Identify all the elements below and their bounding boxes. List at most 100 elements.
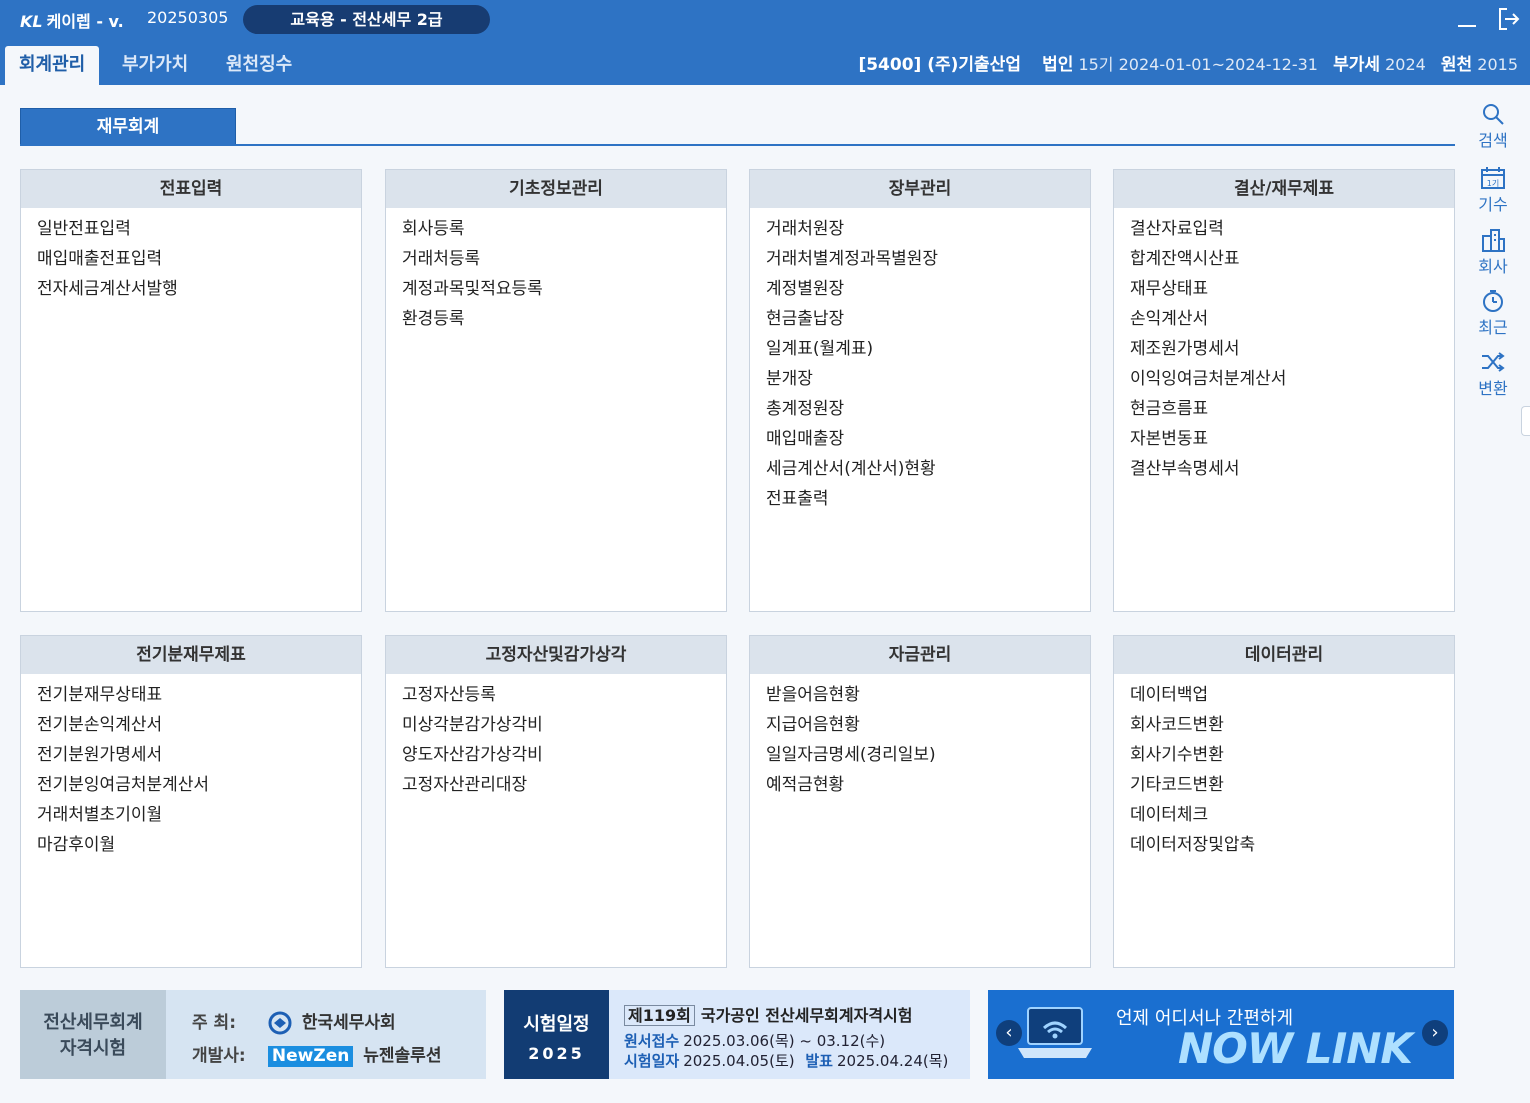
menu-panel: 기초정보관리 회사등록 거래처등록 계정과목및적요등록 환경등록 bbox=[385, 169, 727, 612]
menu-item[interactable]: 총계정원장 bbox=[766, 394, 1074, 424]
menu-item[interactable]: 매입매출장 bbox=[766, 424, 1074, 454]
banner-prev-icon[interactable]: ‹ bbox=[996, 1020, 1022, 1046]
menu-item[interactable]: 재무상태표 bbox=[1130, 274, 1438, 304]
menu-item[interactable]: 마감후이월 bbox=[37, 830, 345, 860]
menu-item[interactable]: 데이터저장및압축 bbox=[1130, 830, 1438, 860]
menu-item[interactable]: 결산부속명세서 bbox=[1130, 454, 1438, 484]
menu-item[interactable]: 분개장 bbox=[766, 364, 1074, 394]
menu-item[interactable]: 데이터백업 bbox=[1130, 680, 1438, 710]
calendar-icon: 1기 bbox=[1481, 167, 1505, 189]
menu-item[interactable]: 거래처등록 bbox=[402, 244, 710, 274]
menu-item[interactable]: 거래처별초기이월 bbox=[37, 800, 345, 830]
panel-title: 전표입력 bbox=[21, 170, 361, 208]
exam-title-line1: 전산세무회계 bbox=[43, 1012, 143, 1033]
laptop-wifi-icon bbox=[1018, 1007, 1092, 1058]
menu-item[interactable]: 회사기수변환 bbox=[1130, 740, 1438, 770]
sidebar-period[interactable]: 1기 기수 bbox=[1468, 166, 1518, 215]
menu-panel: 자금관리 받을어음현황 지급어음현황 일일자금명세(경리일보) 예적금현황 bbox=[749, 635, 1091, 968]
menu-item[interactable]: 이익잉여금처분계산서 bbox=[1130, 364, 1438, 394]
menu-item[interactable]: 계정과목및적요등록 bbox=[402, 274, 710, 304]
menu-item[interactable]: 전기분재무상태표 bbox=[37, 680, 345, 710]
nowlink-banner[interactable]: 언제 어디서나 간편하게 NOW LINK ‹ › bbox=[988, 990, 1454, 1079]
exit-icon[interactable] bbox=[1496, 6, 1522, 32]
menu-item[interactable]: 일일자금명세(경리일보) bbox=[766, 740, 1074, 770]
sidebar-recent[interactable]: 최근 bbox=[1468, 289, 1518, 338]
panel-item-list: 결산자료입력 합계잔액시산표 재무상태표 손익계산서 제조원가명세서 이익잉여금처분계산서… bbox=[1114, 208, 1454, 490]
schedule-year: 2025 bbox=[528, 1044, 585, 1063]
menu-item[interactable]: 거래처원장 bbox=[766, 214, 1074, 244]
exam-date-label: 시험일자 bbox=[624, 1052, 680, 1070]
edition-badge: 교육용 - 전산세무 2급 bbox=[243, 5, 490, 34]
app-logo: KL 케이렙 - v. bbox=[20, 8, 124, 32]
sidebar-company[interactable]: 회사 bbox=[1468, 228, 1518, 277]
menu-panel: 고정자산및감가상각 고정자산등록 미상각분감가상각비 양도자산감가상각비 고정자산관리대… bbox=[385, 635, 727, 968]
exam-info-banner[interactable]: 전산세무회계 자격시험 주 최: 한국세무사회 개발사: NewZen 뉴젠솔루… bbox=[20, 990, 486, 1079]
menu-item[interactable]: 받을어음현황 bbox=[766, 680, 1074, 710]
sidebar-label: 검색 bbox=[1478, 131, 1508, 150]
panel-item-list: 전기분재무상태표 전기분손익계산서 전기분원가명세서 전기분잉여금처분계산서 거래처별초… bbox=[21, 674, 361, 866]
panel-item-list: 고정자산등록 미상각분감가상각비 양도자산감가상각비 고정자산관리대장 bbox=[386, 674, 726, 806]
minimize-icon[interactable] bbox=[1456, 6, 1478, 30]
menu-item[interactable]: 전기분잉여금처분계산서 bbox=[37, 770, 345, 800]
panel-title: 장부관리 bbox=[750, 170, 1090, 208]
fiscal-period: 15기 2024-01-01~2024-12-31 bbox=[1078, 55, 1318, 74]
host-row: 주 최: 한국세무사회 bbox=[192, 1008, 396, 1035]
clock-icon bbox=[1483, 290, 1503, 312]
menu-item[interactable]: 손익계산서 bbox=[1130, 304, 1438, 334]
company-info[interactable]: [5400] (주)기출산업 법인 15기 2024-01-01~2024-12… bbox=[858, 50, 1518, 75]
menu-item[interactable]: 일반전표입력 bbox=[37, 214, 345, 244]
menu-item[interactable]: 일계표(월계표) bbox=[766, 334, 1074, 364]
sidebar-convert[interactable]: 변환 bbox=[1468, 350, 1518, 399]
menu-item[interactable]: 현금흐름표 bbox=[1130, 394, 1438, 424]
menu-item[interactable]: 전자세금계산서발행 bbox=[37, 274, 345, 304]
menu-item[interactable]: 계정별원장 bbox=[766, 274, 1074, 304]
app-header: KL 케이렙 - v. 20250305 교육용 - 전산세무 2급 회계관리 부… bbox=[0, 0, 1530, 85]
menu-item[interactable]: 양도자산감가상각비 bbox=[402, 740, 710, 770]
tab-vat[interactable]: 부가가치 bbox=[108, 46, 202, 85]
menu-item[interactable]: 회사등록 bbox=[402, 214, 710, 244]
menu-item[interactable]: 예적금현황 bbox=[766, 770, 1074, 800]
sidebar-search[interactable]: 검색 bbox=[1468, 102, 1518, 151]
menu-item[interactable]: 매입매출전표입력 bbox=[37, 244, 345, 274]
menu-item[interactable]: 제조원가명세서 bbox=[1130, 334, 1438, 364]
banner-next-icon[interactable]: › bbox=[1422, 1020, 1448, 1046]
menu-item[interactable]: 결산자료입력 bbox=[1130, 214, 1438, 244]
apply-dates: 2025.03.06(목) ~ 03.12(수) bbox=[683, 1032, 886, 1050]
menu-item[interactable]: 세금계산서(계산서)현황 bbox=[766, 454, 1074, 484]
menu-item[interactable]: 전기분원가명세서 bbox=[37, 740, 345, 770]
menu-item[interactable]: 환경등록 bbox=[402, 304, 710, 334]
section-tab-financial[interactable]: 재무회계 bbox=[20, 108, 236, 145]
company-name: [5400] (주)기출산업 bbox=[858, 55, 1021, 75]
apply-label: 원서접수 bbox=[624, 1032, 680, 1050]
menu-item[interactable]: 고정자산관리대장 bbox=[402, 770, 710, 800]
menu-item[interactable]: 지급어음현황 bbox=[766, 710, 1074, 740]
menu-item[interactable]: 고정자산등록 bbox=[402, 680, 710, 710]
menu-item[interactable]: 회사코드변환 bbox=[1130, 710, 1438, 740]
menu-item[interactable]: 현금출납장 bbox=[766, 304, 1074, 334]
host-name: 한국세무사회 bbox=[301, 1013, 396, 1033]
menu-item[interactable]: 합계잔액시산표 bbox=[1130, 244, 1438, 274]
exam-schedule-banner[interactable]: 시험일정 2025 제119회 국가공인 전산세무회계자격시험 원서접수 2025.… bbox=[504, 990, 970, 1079]
company-type: 법인 bbox=[1042, 55, 1074, 75]
sidebar-collapse-handle[interactable] bbox=[1521, 406, 1530, 436]
sidebar-label: 회사 bbox=[1478, 257, 1508, 276]
menu-item[interactable]: 전기분손익계산서 bbox=[37, 710, 345, 740]
schedule-label: 시험일정 bbox=[523, 1014, 590, 1035]
title-row: KL 케이렙 - v. 20250305 교육용 - 전산세무 2급 bbox=[0, 0, 1530, 38]
tab-withholding[interactable]: 원천징수 bbox=[212, 46, 306, 85]
version-number: 20250305 bbox=[147, 8, 229, 27]
main-menu: 회계관리 부가가치 원천징수 [5400] (주)기출산업 법인 15기 202… bbox=[0, 42, 1530, 85]
panel-title: 데이터관리 bbox=[1114, 636, 1454, 674]
menu-item[interactable]: 미상각분감가상각비 bbox=[402, 710, 710, 740]
search-icon bbox=[1483, 104, 1504, 125]
menu-item[interactable]: 거래처별계정과목별원장 bbox=[766, 244, 1074, 274]
newzen-badge: NewZen bbox=[267, 1046, 354, 1067]
menu-item[interactable]: 자본변동표 bbox=[1130, 424, 1438, 454]
menu-item[interactable]: 기타코드변환 bbox=[1130, 770, 1438, 800]
menu-item[interactable]: 데이터체크 bbox=[1130, 800, 1438, 830]
tab-accounting[interactable]: 회계관리 bbox=[5, 46, 100, 85]
vat-label: 부가세 bbox=[1333, 55, 1380, 75]
withholding-label: 원천 bbox=[1440, 55, 1473, 75]
menu-item[interactable]: 전표출력 bbox=[766, 484, 1074, 514]
exam-date-row: 시험일자 2025.04.05(토) 발표 2025.04.24(목) bbox=[624, 1050, 948, 1071]
